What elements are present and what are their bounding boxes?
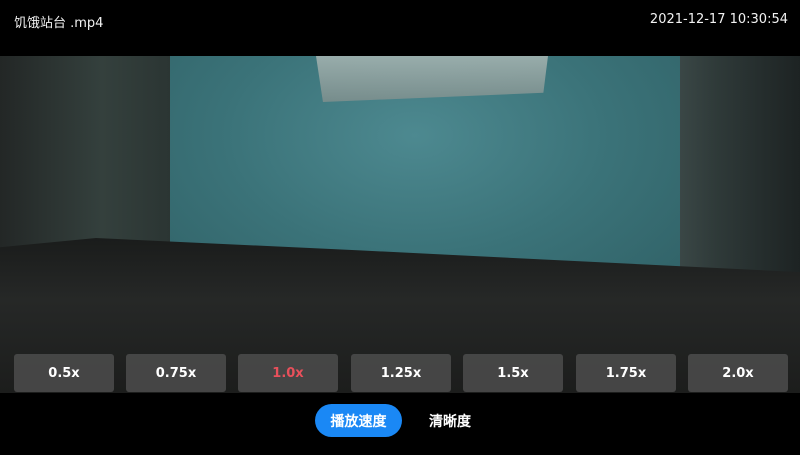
speed-option-1.5x[interactable]: 1.5x	[463, 354, 563, 392]
video-frame[interactable]	[0, 56, 800, 393]
tab-playback-speed[interactable]: 播放速度	[315, 404, 402, 437]
video-title: 饥饿站台 .mp4	[14, 16, 104, 31]
speed-option-1.25x[interactable]: 1.25x	[351, 354, 451, 392]
speed-options: 0.5x 0.75x 1.0x 1.25x 1.5x 1.75x 2.0x	[14, 354, 790, 392]
speed-option-0.75x[interactable]: 0.75x	[126, 354, 226, 392]
tab-resolution[interactable]: 清晰度	[416, 404, 484, 437]
speed-option-2.0x[interactable]: 2.0x	[688, 354, 788, 392]
speed-option-1.75x[interactable]: 1.75x	[576, 354, 676, 392]
speed-option-1.0x[interactable]: 1.0x	[238, 354, 338, 392]
speed-option-0.5x[interactable]: 0.5x	[14, 354, 114, 392]
clock: 2021-12-17 10:30:54	[649, 12, 788, 27]
top-bar: 饥饿站台 .mp4 2021-12-17 10:30:54	[0, 0, 800, 56]
settings-tabs: 播放速度 清晰度	[0, 393, 800, 455]
